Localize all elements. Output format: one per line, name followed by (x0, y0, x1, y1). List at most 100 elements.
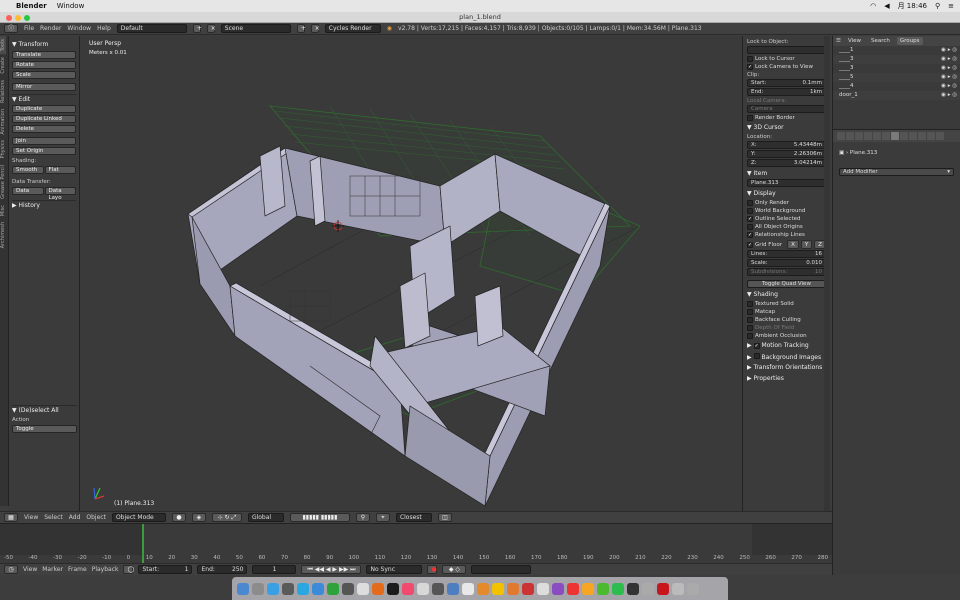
list-item[interactable]: ____5 ◉ ▸ ◎ (833, 73, 960, 82)
add-scene-button[interactable]: + (296, 24, 306, 33)
data-layout-button[interactable]: Data Layo (44, 187, 76, 201)
constraints-tab-icon[interactable] (882, 132, 890, 140)
app-icon[interactable] (447, 582, 459, 595)
clock[interactable]: 月 18:46 (898, 1, 927, 11)
add-modifier-select[interactable]: Add Modifier ▾ (839, 168, 954, 176)
toggle-quad-view-button[interactable]: Toggle Quad View (747, 280, 826, 288)
tab-misc[interactable]: Misc (0, 202, 6, 219)
cursor-y-field[interactable]: Y: 2.26306m (747, 150, 826, 158)
timeline-view-menu[interactable]: View (23, 566, 37, 573)
relationship-lines-checkbox[interactable]: ✓ Relationship Lines (747, 232, 826, 238)
dof-checkbox[interactable]: Depth Of Field (747, 325, 826, 331)
set-origin-button[interactable]: Set Origin (12, 147, 76, 155)
tab-create[interactable]: Create (0, 54, 6, 77)
grid-scale-field[interactable]: Scale: 0.010 (747, 259, 826, 267)
app-icon[interactable] (582, 582, 594, 595)
lock-to-cursor-checkbox[interactable]: Lock to Cursor (747, 56, 826, 62)
flat-button[interactable]: Flat (44, 166, 76, 174)
list-item[interactable]: door_1 ◉ ▸ ◎ (833, 91, 960, 100)
visibility-icon[interactable]: ◉ ▸ ◎ (941, 82, 957, 91)
app-icon[interactable] (657, 582, 669, 595)
app-icon[interactable] (537, 582, 549, 595)
operator-panel-header[interactable]: ▼ (De)select All (12, 405, 77, 414)
snap-toggle[interactable]: ⌖ (375, 513, 390, 522)
snap-element-select[interactable]: Closest (395, 513, 432, 522)
lock-camera-checkbox[interactable]: ✓ Lock Camera to View (747, 64, 826, 70)
scale-button[interactable]: Scale (12, 71, 76, 79)
vlc-icon[interactable] (477, 582, 489, 595)
outline-selected-checkbox[interactable]: ✓ Outline Selected (747, 216, 826, 222)
launchpad-icon[interactable] (252, 582, 264, 595)
item-panel-header[interactable]: ▼ Item (747, 170, 826, 178)
editor-type-icon-3d[interactable]: ▦ (4, 513, 18, 522)
axis-y-toggle[interactable]: Y (800, 240, 813, 249)
grid-floor-checkbox[interactable]: ✓ Grid Floor X Y Z (747, 240, 826, 249)
clip-end-field[interactable]: End: 1km (747, 88, 826, 96)
render-tab-icon[interactable] (837, 132, 845, 140)
outliner-search-menu[interactable]: Search (868, 37, 893, 45)
app-icon[interactable] (327, 582, 339, 595)
scene-select[interactable]: Scene (220, 24, 291, 33)
outliner-groups-select[interactable]: Groups (896, 37, 923, 45)
remove-scene-button[interactable]: × (310, 24, 320, 33)
app-icon[interactable] (627, 582, 639, 595)
world-bg-checkbox[interactable]: World Background (747, 208, 826, 214)
skype-icon[interactable] (297, 582, 309, 595)
keying-set-icons[interactable]: ◆ ◇ (442, 565, 467, 574)
volume-icon[interactable]: ◀ (884, 2, 889, 10)
bg-images-box[interactable] (753, 353, 760, 359)
shading-panel-header[interactable]: ▼ Shading (747, 291, 826, 299)
object-tab-icon[interactable] (873, 132, 881, 140)
list-item[interactable]: ____3 ◉ ▸ ◎ (833, 55, 960, 64)
help-menu[interactable]: Help (97, 25, 111, 32)
end-frame-field[interactable]: End: 250 (197, 565, 248, 574)
app-icon[interactable] (552, 582, 564, 595)
mode-select[interactable]: Object Mode (111, 513, 166, 522)
all-origins-checkbox[interactable]: All Object Origins (747, 224, 826, 230)
render-menu[interactable]: Render (40, 25, 61, 32)
pivot-select[interactable]: ◈ (191, 513, 206, 522)
list-item[interactable]: ____1 ◉ ▸ ◎ (833, 46, 960, 55)
start-frame-field[interactable]: Start: 1 (138, 565, 193, 574)
outliner-view-menu[interactable]: View (845, 37, 864, 45)
world-tab-icon[interactable] (864, 132, 872, 140)
history-panel-header[interactable]: ▶ History (12, 200, 76, 209)
zoom-window-button[interactable] (24, 15, 30, 21)
outliner-editor-icon[interactable]: ☰ (836, 38, 841, 44)
menu-list-icon[interactable]: ≡ (948, 2, 954, 10)
manipulator-toggles[interactable]: ⊹ ↻ ⤢ (211, 513, 242, 522)
npanel-scrollbar[interactable] (824, 36, 830, 511)
layout-select[interactable]: Default (116, 24, 187, 33)
cursor-x-field[interactable]: X: 5.43448m (747, 141, 826, 149)
wifi-icon[interactable]: ◠ (870, 2, 876, 10)
translate-button[interactable]: Translate (12, 51, 76, 59)
app-icon[interactable] (567, 582, 579, 595)
visibility-icon[interactable]: ◉ ▸ ◎ (941, 64, 957, 73)
editor-type-icon-timeline[interactable]: ◷ (4, 565, 18, 574)
add-layout-button[interactable]: + (192, 24, 202, 33)
render-border-checkbox[interactable]: Render Border (747, 115, 826, 121)
shading-select[interactable]: ● (171, 513, 186, 522)
subdivisions-field[interactable]: Subdivisions: 10 (747, 268, 826, 276)
ao-checkbox[interactable]: Ambient Occlusion (747, 333, 826, 339)
material-tab-icon[interactable] (909, 132, 917, 140)
tab-animation[interactable]: Animation (0, 106, 6, 138)
tab-physics[interactable]: Physics (0, 137, 6, 162)
app-icon[interactable] (387, 582, 399, 595)
add-menu[interactable]: Add (69, 514, 81, 521)
current-frame-indicator[interactable] (142, 524, 144, 564)
editor-type-icon[interactable]: ⓘ (4, 24, 18, 33)
duplicate-linked-button[interactable]: Duplicate Linked (12, 115, 76, 123)
particles-tab-icon[interactable] (927, 132, 935, 140)
motion-tracking-box[interactable]: ✓ (753, 343, 760, 349)
playback-controls[interactable]: ⏮ ◀◀ ◀ ▶ ▶▶ ⏭ (301, 565, 362, 574)
delete-button[interactable]: Delete (12, 125, 76, 133)
minimize-window-button[interactable] (15, 15, 21, 21)
rotate-button[interactable]: Rotate (12, 61, 76, 69)
tab-relations[interactable]: Relations (0, 77, 6, 106)
modifiers-tab-icon[interactable] (891, 132, 899, 140)
cursor-panel-header[interactable]: ▼ 3D Cursor (747, 124, 826, 132)
motion-tracking-header[interactable]: ▶ ✓ Motion Tracking (747, 342, 826, 350)
select-menu[interactable]: Select (44, 514, 63, 521)
object-menu[interactable]: Object (86, 514, 106, 521)
